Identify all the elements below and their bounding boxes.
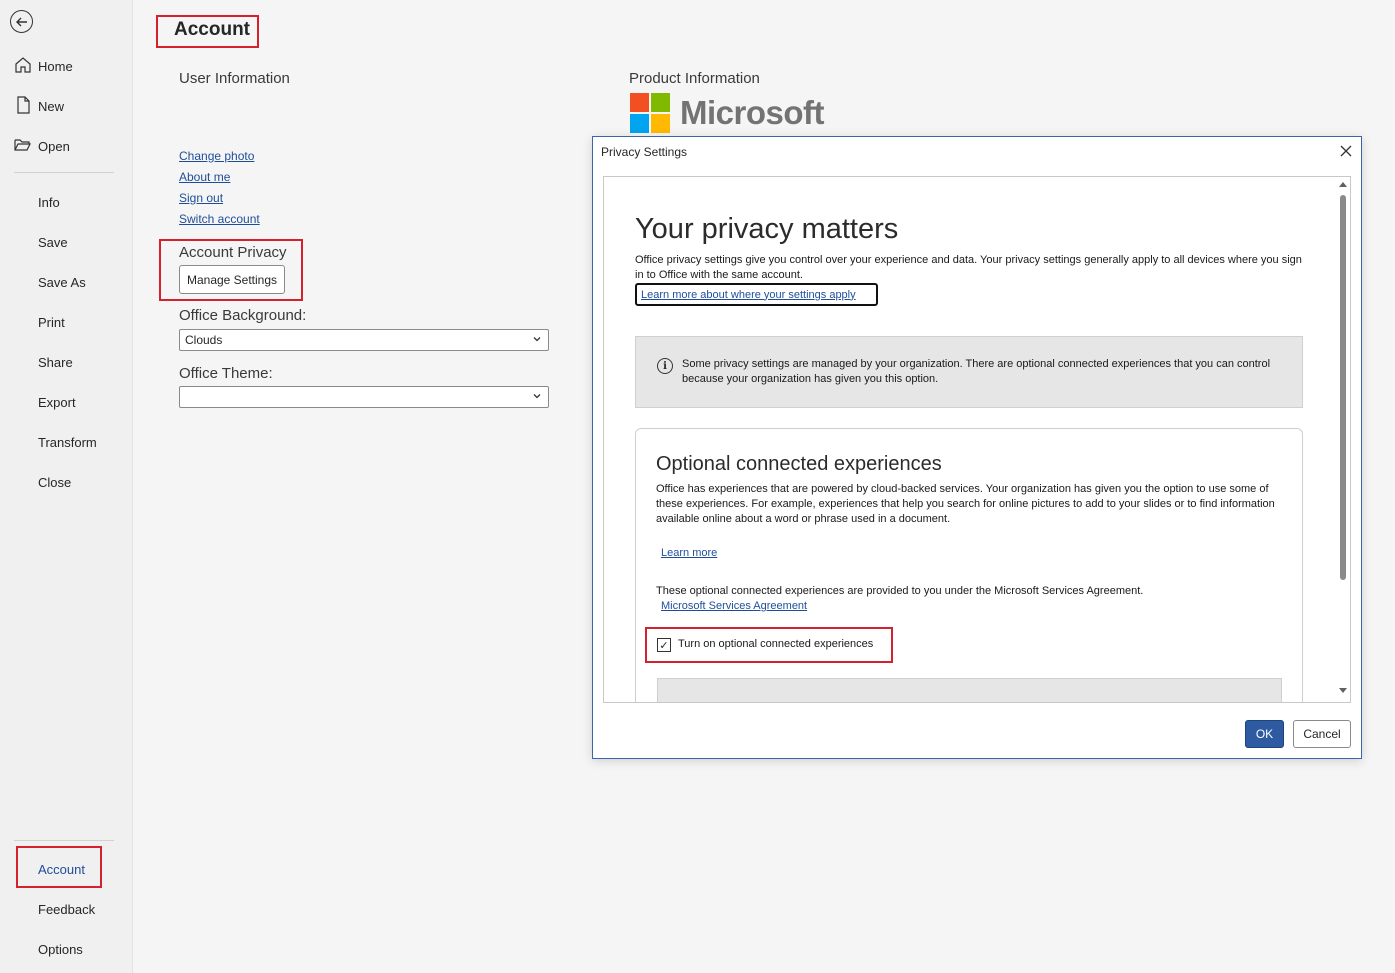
chevron-down-icon <box>533 337 541 342</box>
nav-options[interactable]: Options <box>0 929 133 969</box>
privacy-heading: Your privacy matters <box>635 213 899 245</box>
nav-transform[interactable]: Transform <box>0 422 133 462</box>
office-background-label: Office Background: <box>179 307 307 324</box>
scroll-down-arrow-icon[interactable] <box>1338 687 1348 695</box>
nav-share-label: Share <box>38 354 73 370</box>
privacy-settings-dialog: Privacy Settings Your privacy matters Of… <box>592 136 1362 759</box>
office-background-value: Clouds <box>185 333 223 347</box>
nav-open-label: Open <box>38 138 70 154</box>
nav-info[interactable]: Info <box>0 182 133 222</box>
back-button[interactable] <box>10 10 33 33</box>
learn-where-settings-link[interactable]: Learn more about where your settings app… <box>635 283 878 306</box>
nav-new-label: New <box>38 98 65 114</box>
next-section-panel <box>657 678 1282 702</box>
highlight-optional-checkbox <box>645 627 893 663</box>
optional-experiences-card: Optional connected experiences Office ha… <box>635 428 1303 702</box>
cancel-button[interactable]: Cancel <box>1293 720 1351 748</box>
dialog-scroll-area[interactable]: Your privacy matters Office privacy sett… <box>603 176 1351 703</box>
home-icon <box>15 57 31 73</box>
services-agreement-link[interactable]: Microsoft Services Agreement <box>661 600 807 612</box>
switch-account-link[interactable]: Switch account <box>179 212 260 226</box>
office-theme-select[interactable] <box>179 386 549 408</box>
ok-button[interactable]: OK <box>1245 720 1284 748</box>
open-folder-icon <box>14 139 31 151</box>
nav-save-as[interactable]: Save As <box>0 262 133 302</box>
highlight-page-title <box>156 15 259 48</box>
sidebar-divider-bottom <box>14 840 114 841</box>
change-photo-link[interactable]: Change photo <box>179 149 254 163</box>
optional-experiences-description: Office has experiences that are powered … <box>656 483 1275 525</box>
info-icon: i <box>657 358 673 374</box>
close-icon[interactable] <box>1338 143 1354 159</box>
sign-out-link[interactable]: Sign out <box>179 191 223 205</box>
nav-share[interactable]: Share <box>0 342 133 382</box>
highlight-account-nav <box>16 846 102 888</box>
highlight-account-privacy <box>159 239 303 301</box>
nav-save[interactable]: Save <box>0 222 133 262</box>
privacy-intro: Office privacy settings give you control… <box>635 254 1302 281</box>
nav-open[interactable]: Open <box>0 126 133 166</box>
user-info-heading: User Information <box>179 70 290 87</box>
learn-more-link[interactable]: Learn more <box>661 547 717 559</box>
nav-save-as-label: Save As <box>38 274 86 290</box>
new-document-icon <box>17 96 30 114</box>
nav-print[interactable]: Print <box>0 302 133 342</box>
office-theme-label: Office Theme: <box>179 365 273 382</box>
product-info-heading: Product Information <box>629 70 760 87</box>
optional-experiences-heading: Optional connected experiences <box>656 453 942 475</box>
nav-home[interactable]: Home <box>0 46 133 86</box>
sidebar-divider <box>14 172 114 173</box>
nav-close-label: Close <box>38 474 72 490</box>
nav-transform-label: Transform <box>38 434 97 450</box>
nav-close[interactable]: Close <box>0 462 133 502</box>
dialog-scrollbar[interactable] <box>1335 177 1350 702</box>
nav-new[interactable]: New <box>0 86 133 126</box>
backstage-sidebar: Home New Open Info Save Save As Print Sh… <box>0 0 133 973</box>
scroll-up-arrow-icon[interactable] <box>1338 180 1348 188</box>
nav-feedback-label: Feedback <box>38 901 96 917</box>
nav-feedback[interactable]: Feedback <box>0 889 133 929</box>
nav-save-label: Save <box>38 234 68 250</box>
managed-info-panel: i Some privacy settings are managed by y… <box>635 336 1303 408</box>
dialog-title: Privacy Settings <box>601 145 688 159</box>
back-arrow-icon <box>15 17 27 26</box>
microsoft-logo-icon <box>630 93 670 133</box>
nav-options-label: Options <box>38 941 83 957</box>
managed-info-text: Some privacy settings are managed by you… <box>682 358 1271 385</box>
nav-print-label: Print <box>38 314 65 330</box>
nav-home-label: Home <box>38 58 73 74</box>
chevron-down-icon <box>533 394 541 399</box>
nav-info-label: Info <box>38 194 60 210</box>
about-me-link[interactable]: About me <box>179 170 230 184</box>
nav-export-label: Export <box>38 394 76 410</box>
agreement-text: These optional connected experiences are… <box>656 585 1144 597</box>
microsoft-wordmark: Microsoft <box>680 94 825 131</box>
nav-export[interactable]: Export <box>0 382 133 422</box>
scrollbar-thumb[interactable] <box>1340 195 1346 580</box>
office-background-select[interactable]: Clouds <box>179 329 549 351</box>
